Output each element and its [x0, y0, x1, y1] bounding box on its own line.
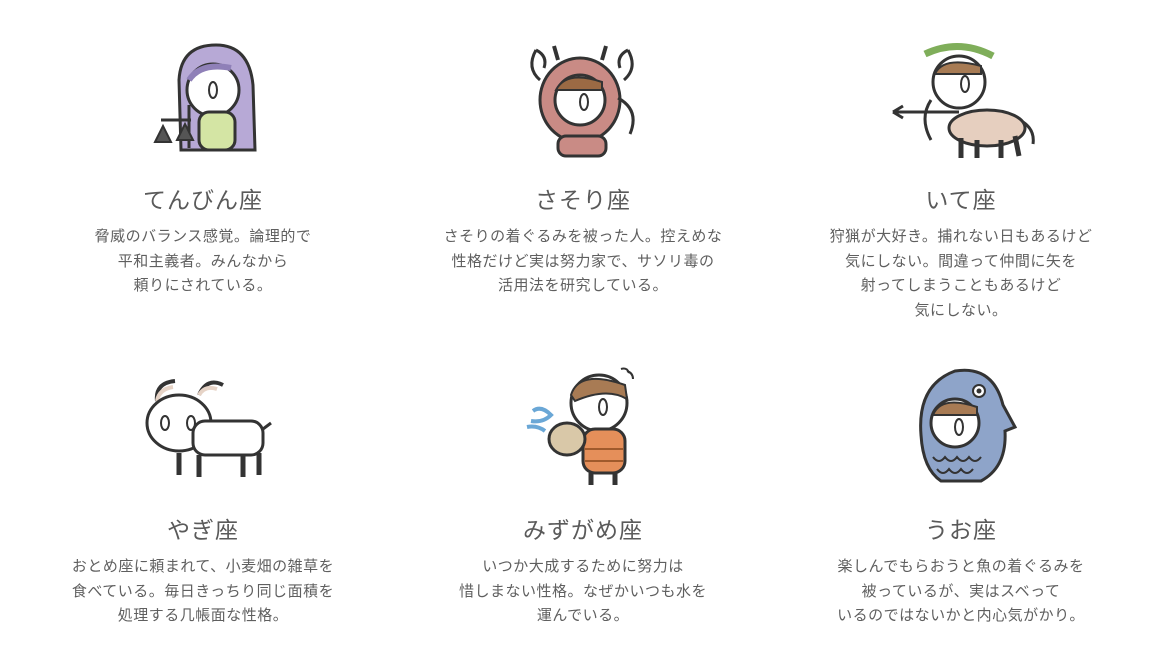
- sign-title: うお座: [925, 518, 997, 544]
- sign-title: いて座: [925, 188, 997, 214]
- libra-character-icon: [151, 40, 281, 160]
- sign-title: みずがめ座: [523, 518, 643, 544]
- sign-description: いつか大成するために努力は 惜しまない性格。なぜかいつも水を 運んでいる。: [458, 557, 707, 624]
- capricorn-character-icon: [135, 375, 275, 485]
- sagittarius-character-icon: [889, 40, 1039, 160]
- sign-description: さそりの着ぐるみを被った人。控えめな 性格だけど実は努力家で、サソリ毒の 活用法…: [443, 227, 723, 294]
- sign-title: やぎ座: [167, 518, 239, 544]
- aquarius-character-icon: [523, 365, 648, 490]
- pisces-character-icon: [911, 365, 1026, 490]
- sign-title: てんびん座: [143, 188, 263, 214]
- sign-title: さそり座: [535, 188, 631, 214]
- sign-description: おとめ座に頼まれて、小麦畑の雑草を 食べている。毎日きっちり同じ面積を 処理する…: [71, 557, 335, 624]
- sign-description: 脅威のバランス感覚。論理的で 平和主義者。みんなから 頼りにされている。: [94, 227, 312, 294]
- scorpio-character-icon: [518, 38, 648, 163]
- sign-description: 楽しんでもらおうと魚の着ぐるみを 被っているが、実はスベって いるのではないかと…: [837, 557, 1085, 624]
- sign-description: 狩猟が大好き。捕れない日もあるけど 気にしない。間違って仲間に矢を 射ってしまう…: [829, 227, 1093, 319]
